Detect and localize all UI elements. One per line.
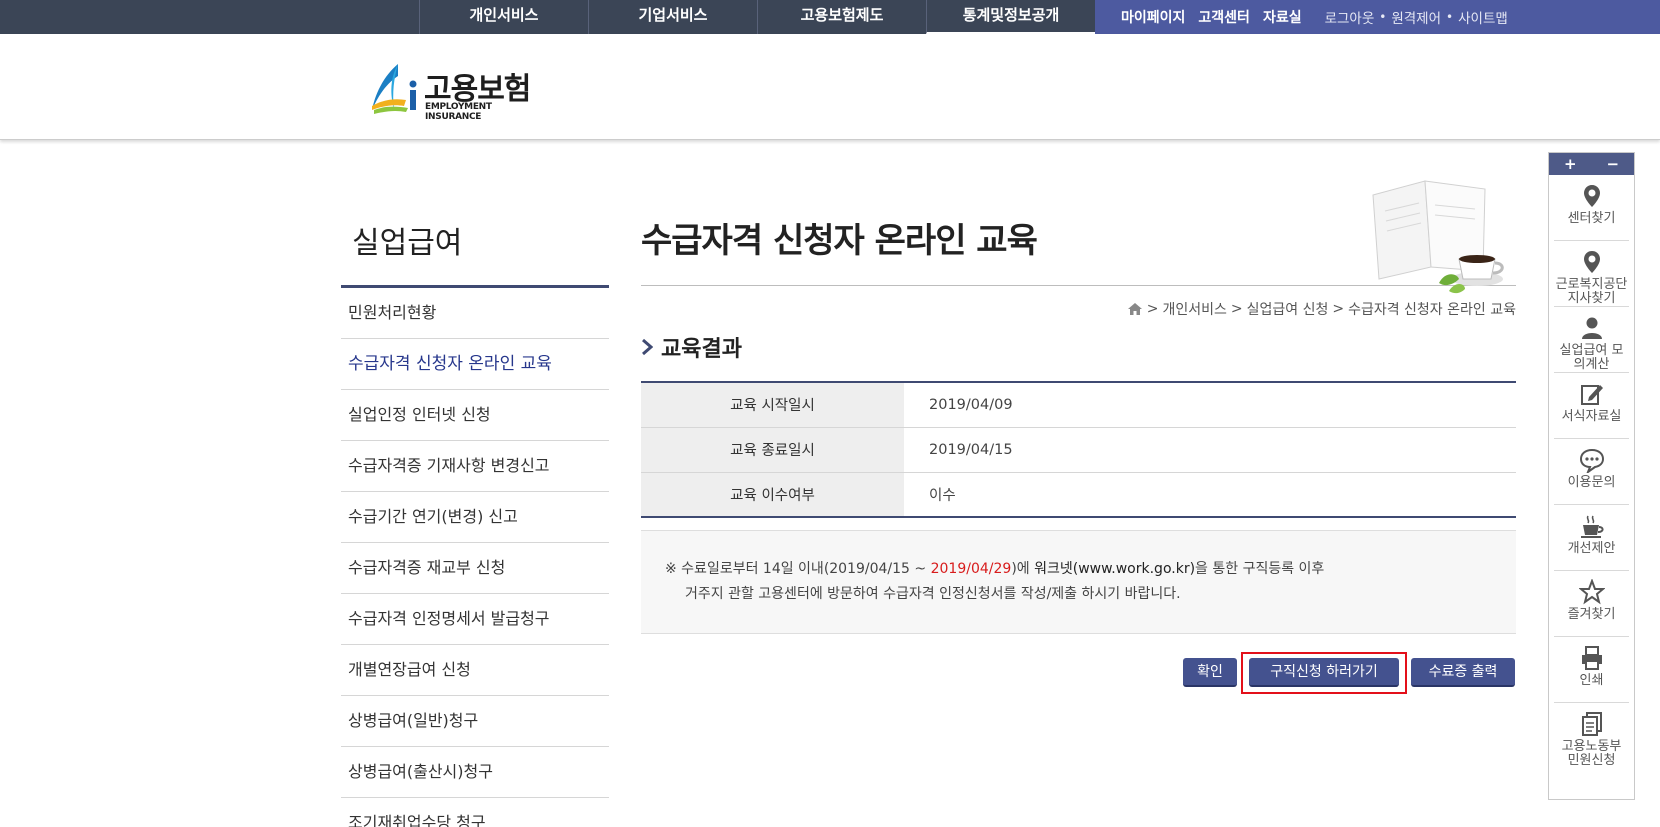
menu-statistics[interactable]: 통계및정보공개 — [926, 0, 1095, 34]
util-dot: • — [1446, 10, 1454, 24]
lnb-item-active[interactable]: 수급자격 신청자 온라인 교육 — [341, 339, 609, 390]
chat-icon — [1579, 448, 1604, 473]
mypage-link[interactable]: 마이페이지 — [1121, 7, 1185, 27]
quick-menu: + − 센터찾기 근로복지공단 지사찾기 실업급여 모의계산 서식자료실 이용문… — [1548, 152, 1635, 800]
page-title: 수급자격 신청자 온라인 교육 — [641, 221, 1038, 261]
star-icon — [1578, 579, 1605, 605]
utility-menu: 마이페이지 고객센터 자료실 로그아웃 • 원격제어 • 사이트맵 — [1095, 0, 1660, 34]
row-value: 2019/04/09 — [904, 382, 1516, 428]
breadcrumb-item[interactable]: 실업급여 신청 — [1247, 299, 1329, 319]
lnb-item[interactable]: 수급자격 인정명세서 발급청구 — [341, 594, 609, 645]
lnb-title: 실업급여 — [352, 226, 463, 261]
quick-item-label: 고용노동부 민원신청 — [1561, 739, 1622, 768]
zoom-controls: + − — [1549, 153, 1634, 175]
education-result-table: 교육 시작일시 2019/04/09 교육 종료일시 2019/04/15 교육… — [641, 381, 1516, 518]
home-icon[interactable] — [1127, 301, 1143, 317]
quick-item-center-search[interactable]: 센터찾기 — [1554, 175, 1629, 241]
customer-center-link[interactable]: 고객센터 — [1198, 7, 1250, 27]
lnb-item[interactable]: 수급자격증 기재사항 변경신고 — [341, 441, 609, 492]
coffee-icon — [1580, 515, 1604, 538]
lnb-item[interactable]: 조기재취업수당 청구 — [341, 798, 609, 827]
quick-item-suggestion[interactable]: 개선제안 — [1554, 505, 1629, 571]
row-label: 교육 시작일시 — [641, 382, 904, 428]
breadcrumb-item[interactable]: 개인서비스 — [1162, 299, 1226, 319]
site-header: 고용보험 EMPLOYMENT INSURANCE — [0, 34, 1660, 140]
logo[interactable]: 고용보험 EMPLOYMENT INSURANCE — [368, 58, 538, 122]
printer-icon — [1581, 646, 1602, 670]
map-pin-icon — [1583, 185, 1600, 207]
lnb-item[interactable]: 상병급여(출산시)청구 — [341, 747, 609, 798]
zoom-in-button[interactable]: + — [1564, 155, 1577, 173]
remote-control-link[interactable]: 원격제어 — [1391, 7, 1441, 27]
quick-item-print[interactable]: 인쇄 — [1554, 637, 1629, 703]
section-title: 교육결과 — [641, 331, 742, 363]
notice-prefix: ※ 수료일로부터 14일 이내(2019/04/15 ~ — [665, 561, 931, 577]
row-label: 교육 종료일시 — [641, 427, 904, 473]
menu-insurance-system[interactable]: 고용보험제도 — [757, 0, 926, 34]
table-row: 교육 시작일시 2019/04/09 — [641, 382, 1516, 428]
quick-item-label: 개선제안 — [1567, 541, 1616, 556]
quick-item-branch-search[interactable]: 근로복지공단 지사찾기 — [1554, 241, 1629, 307]
lnb-item[interactable]: 민원처리현황 — [341, 288, 609, 339]
quick-item-civil-petition[interactable]: 고용노동부 민원신청 — [1554, 703, 1629, 769]
notice-line-2: 거주지 관할 고용센터에 방문하여 수급자격 인정신청서를 작성/제출 하시기 … — [685, 586, 1181, 602]
row-value: 이수 — [929, 487, 956, 504]
top-navigation: 개인서비스 기업서비스 고용보험제도 통계및정보공개 마이페이지 고객센터 자료… — [0, 0, 1660, 34]
quick-item-label: 근로복지공단 지사찾기 — [1555, 277, 1628, 306]
lnb-item[interactable]: 수급자격증 재교부 신청 — [341, 543, 609, 594]
quick-item-label: 실업급여 모의계산 — [1559, 343, 1624, 372]
notice-box: ※ 수료일로부터 14일 이내(2019/04/15 ~ 2019/04/29)… — [641, 530, 1516, 634]
menu-business-service[interactable]: 기업서비스 — [588, 0, 757, 34]
quick-item-inquiry[interactable]: 이용문의 — [1554, 439, 1629, 505]
table-row: 교육 이수여부 이수 — [641, 472, 1516, 517]
left-navigation: 민원처리현황 수급자격 신청자 온라인 교육 실업인정 인터넷 신청 수급자격증… — [341, 285, 609, 827]
document-icon — [1581, 712, 1602, 736]
logout-link[interactable]: 로그아웃 — [1325, 7, 1375, 27]
quick-item-label: 센터찾기 — [1567, 211, 1616, 226]
breadcrumb: > 개인서비스 > 실업급여 신청 > 수급자격 신청자 온라인 교육 — [1116, 299, 1516, 319]
edit-icon — [1580, 385, 1603, 405]
chevron-right-icon — [642, 338, 653, 356]
logo-mark-icon — [372, 64, 417, 114]
quick-item-forms[interactable]: 서식자료실 — [1554, 373, 1629, 439]
quick-item-favorites[interactable]: 즐겨찾기 — [1554, 571, 1629, 637]
highlight-box — [1241, 652, 1407, 694]
lnb-item[interactable]: 수급기간 연기(변경) 신고 — [341, 492, 609, 543]
section-title-text: 교육결과 — [661, 337, 742, 362]
quick-item-label: 이용문의 — [1567, 475, 1616, 490]
lnb-item[interactable]: 실업인정 인터넷 신청 — [341, 390, 609, 441]
confirm-button[interactable]: 확인 — [1183, 658, 1237, 687]
breadcrumb-current: 수급자격 신청자 온라인 교육 — [1348, 302, 1516, 318]
table-row: 교육 종료일시 2019/04/15 — [641, 427, 1516, 473]
notice-site: 워크넷(www.work.go.kr) — [1034, 561, 1196, 577]
notice-deadline: 2019/04/29 — [930, 561, 1012, 577]
user-icon — [1581, 317, 1602, 339]
breadcrumb-separator: > — [1332, 301, 1345, 317]
quick-item-label: 서식자료실 — [1561, 409, 1622, 424]
archive-link[interactable]: 자료실 — [1263, 7, 1302, 27]
breadcrumb-separator: > — [1230, 301, 1243, 317]
quick-item-benefit-calculator[interactable]: 실업급여 모의계산 — [1554, 307, 1629, 373]
sitemap-link[interactable]: 사이트맵 — [1458, 7, 1508, 27]
lnb-item[interactable]: 개별연장급여 신청 — [341, 645, 609, 696]
notice-mid: )에 — [1011, 561, 1035, 577]
zoom-out-button[interactable]: − — [1606, 155, 1619, 173]
notice-suffix: 을 통한 구직등록 이후 — [1195, 561, 1325, 577]
main-menu: 개인서비스 기업서비스 고용보험제도 통계및정보공개 — [419, 0, 1095, 34]
quick-item-label: 인쇄 — [1579, 673, 1604, 688]
util-dot: • — [1379, 10, 1387, 24]
quick-item-label: 즐겨찾기 — [1567, 607, 1616, 622]
map-pin-icon — [1583, 251, 1600, 273]
print-certificate-button[interactable]: 수료증 출력 — [1411, 658, 1515, 687]
logo-subtitle: EMPLOYMENT INSURANCE — [425, 102, 492, 122]
row-label: 교육 이수여부 — [641, 472, 904, 517]
notice-line-1: ※ 수료일로부터 14일 이내(2019/04/15 ~ 2019/04/29)… — [665, 557, 1516, 582]
menu-personal-service[interactable]: 개인서비스 — [419, 0, 588, 34]
lnb-item[interactable]: 상병급여(일반)청구 — [341, 696, 609, 747]
row-value: 2019/04/15 — [904, 427, 1516, 473]
breadcrumb-separator: > — [1146, 301, 1159, 317]
book-coffee-illustration-icon — [1372, 180, 1504, 294]
